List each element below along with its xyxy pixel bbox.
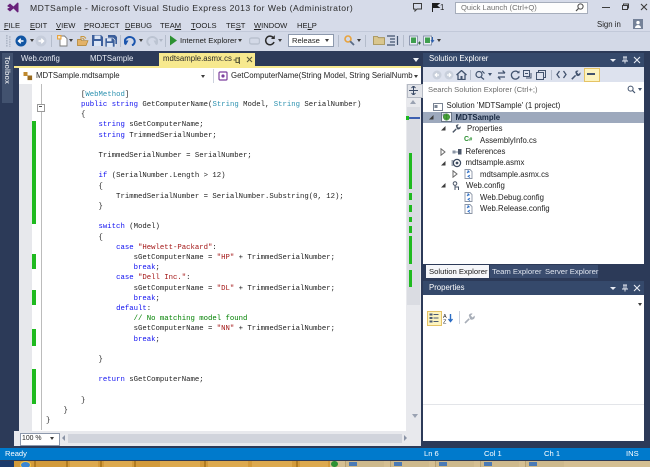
svg-text:Z: Z — [443, 319, 447, 324]
